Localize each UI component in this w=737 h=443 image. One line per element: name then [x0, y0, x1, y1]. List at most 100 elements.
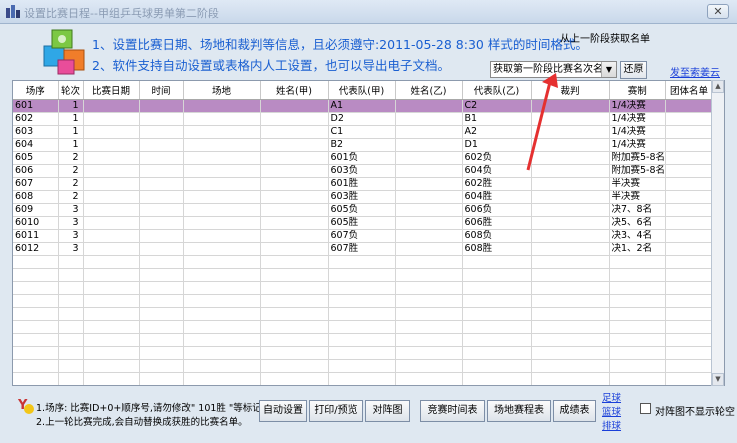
table-cell[interactable]	[139, 216, 184, 230]
table-cell[interactable]	[13, 359, 59, 373]
table-cell[interactable]: B1	[462, 112, 532, 126]
table-cell[interactable]	[462, 281, 532, 295]
table-cell[interactable]	[609, 281, 667, 295]
table-cell[interactable]	[328, 255, 396, 269]
table-cell[interactable]: 决3、4名	[609, 229, 667, 243]
table-cell[interactable]	[139, 294, 184, 308]
table-cell[interactable]	[665, 216, 714, 230]
table-cell[interactable]	[395, 255, 463, 269]
table-cell[interactable]	[665, 203, 714, 217]
table-cell[interactable]	[183, 307, 261, 321]
table-cell[interactable]	[531, 268, 610, 282]
column-header[interactable]: 场序	[13, 81, 59, 100]
table-cell[interactable]: 2	[58, 164, 84, 178]
table-cell[interactable]	[83, 242, 140, 256]
table-cell[interactable]	[83, 190, 140, 204]
table-cell[interactable]	[183, 346, 261, 360]
table-cell[interactable]	[183, 164, 261, 178]
table-cell[interactable]	[531, 281, 610, 295]
table-cell[interactable]	[13, 346, 59, 360]
table-cell[interactable]	[260, 281, 329, 295]
table-cell[interactable]	[139, 268, 184, 282]
time-table-button[interactable]: 竞赛时间表	[420, 400, 485, 422]
table-cell[interactable]	[665, 164, 714, 178]
table-cell[interactable]	[13, 307, 59, 321]
table-cell[interactable]	[139, 203, 184, 217]
table-cell[interactable]	[665, 138, 714, 152]
table-cell[interactable]	[83, 177, 140, 191]
table-cell[interactable]	[395, 307, 463, 321]
table-cell[interactable]	[139, 281, 184, 295]
table-cell[interactable]	[260, 346, 329, 360]
table-cell[interactable]	[13, 372, 59, 385]
table-cell[interactable]	[462, 359, 532, 373]
table-cell[interactable]	[58, 372, 84, 385]
table-cell[interactable]	[665, 242, 714, 256]
column-header[interactable]: 时间	[139, 81, 184, 100]
table-cell[interactable]: 601负	[328, 151, 396, 165]
table-cell[interactable]	[139, 320, 184, 334]
column-header[interactable]: 场地	[183, 81, 261, 100]
table-cell[interactable]: 608胜	[462, 242, 532, 256]
table-row[interactable]: 605 2 601负 602负 附加赛5-8名	[13, 151, 714, 165]
table-cell[interactable]	[83, 307, 140, 321]
table-cell[interactable]	[83, 281, 140, 295]
table-cell[interactable]	[83, 268, 140, 282]
table-row[interactable]: 6012 3 607胜 608胜 决1、2名	[13, 242, 714, 256]
table-cell[interactable]	[139, 359, 184, 373]
table-cell[interactable]	[260, 359, 329, 373]
table-cell[interactable]: 608	[13, 190, 59, 204]
column-header[interactable]: 轮次	[58, 81, 84, 100]
table-row[interactable]: 609 3 605负 606负 决7、8名	[13, 203, 714, 217]
table-cell[interactable]	[665, 229, 714, 243]
table-cell[interactable]	[328, 333, 396, 347]
table-cell[interactable]	[260, 294, 329, 308]
table-row[interactable]	[13, 307, 714, 321]
table-cell[interactable]	[531, 177, 610, 191]
table-cell[interactable]: 1	[58, 138, 84, 152]
table-cell[interactable]	[462, 255, 532, 269]
table-cell[interactable]: 决7、8名	[609, 203, 667, 217]
table-cell[interactable]	[139, 164, 184, 178]
table-cell[interactable]	[58, 307, 84, 321]
table-cell[interactable]: 2	[58, 151, 84, 165]
table-cell[interactable]	[395, 164, 463, 178]
table-cell[interactable]: 3	[58, 203, 84, 217]
volleyball-link[interactable]: 排球	[602, 418, 621, 432]
table-cell[interactable]	[395, 346, 463, 360]
table-cell[interactable]	[83, 372, 140, 385]
table-cell[interactable]: 601	[13, 99, 59, 113]
table-cell[interactable]	[260, 255, 329, 269]
restore-button[interactable]: 还原	[620, 61, 647, 79]
table-row[interactable]	[13, 372, 714, 385]
table-cell[interactable]	[83, 164, 140, 178]
table-cell[interactable]	[183, 294, 261, 308]
table-cell[interactable]	[609, 372, 667, 385]
table-cell[interactable]: 1/4决赛	[609, 112, 667, 126]
table-cell[interactable]	[260, 151, 329, 165]
table-cell[interactable]: 605	[13, 151, 59, 165]
close-button[interactable]: ✕	[707, 4, 729, 19]
table-cell[interactable]	[183, 229, 261, 243]
table-cell[interactable]	[260, 112, 329, 126]
table-cell[interactable]	[665, 190, 714, 204]
table-cell[interactable]	[531, 203, 610, 217]
table-cell[interactable]: 6012	[13, 242, 59, 256]
table-cell[interactable]	[139, 255, 184, 269]
table-cell[interactable]: 602负	[462, 151, 532, 165]
table-cell[interactable]	[531, 346, 610, 360]
table-cell[interactable]	[139, 307, 184, 321]
table-cell[interactable]	[139, 190, 184, 204]
table-cell[interactable]: C1	[328, 125, 396, 139]
table-cell[interactable]	[395, 216, 463, 230]
table-cell[interactable]	[139, 125, 184, 139]
table-cell[interactable]	[531, 359, 610, 373]
table-cell[interactable]	[83, 216, 140, 230]
auto-set-button[interactable]: 自动设置	[259, 400, 307, 422]
table-cell[interactable]: 6011	[13, 229, 59, 243]
table-cell[interactable]	[665, 333, 714, 347]
table-cell[interactable]	[183, 151, 261, 165]
table-cell[interactable]	[395, 99, 463, 113]
table-cell[interactable]	[58, 320, 84, 334]
source-select[interactable]: 获取第一阶段比赛名次名单 ▼	[490, 61, 617, 78]
